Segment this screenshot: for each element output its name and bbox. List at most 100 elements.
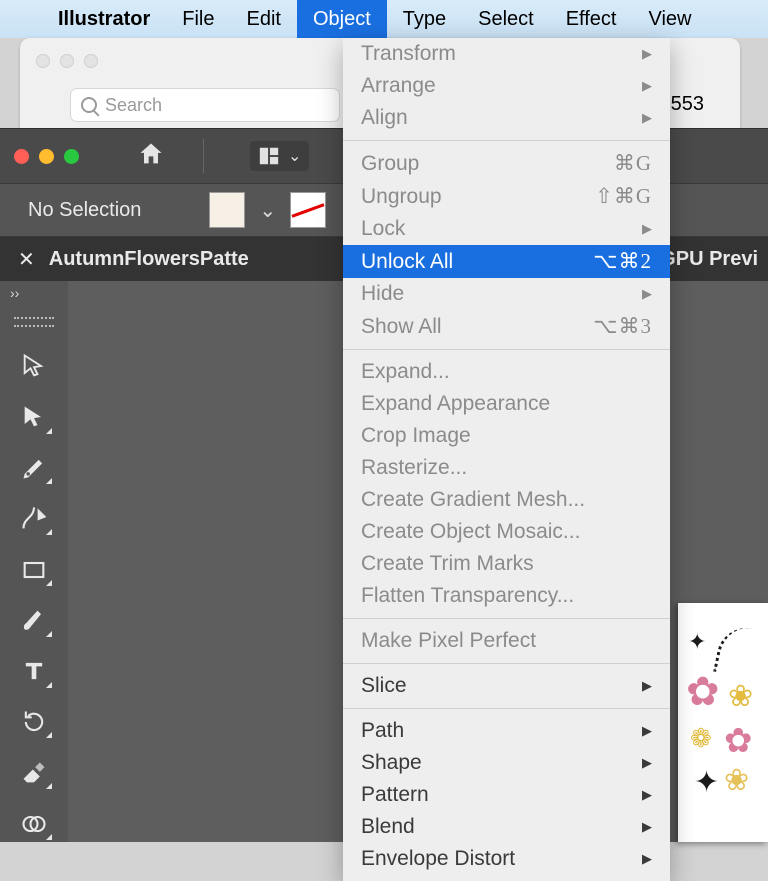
close-window-icon[interactable] <box>14 149 29 164</box>
tools-panel: ›› <box>0 281 68 842</box>
menu-item-label: Blend <box>361 815 415 839</box>
menu-item-crop-image: Crop Image <box>343 420 670 452</box>
fill-dropdown[interactable]: ⌄ <box>259 198 276 223</box>
menu-item-label: Ungroup <box>361 185 442 209</box>
menu-item-label: Envelope Distort <box>361 847 515 871</box>
pen-tool[interactable] <box>12 450 56 487</box>
menu-item-create-trim-marks: Create Trim Marks <box>343 548 670 580</box>
menu-item-label: Path <box>361 719 404 743</box>
menu-item-label: Create Trim Marks <box>361 552 534 576</box>
menu-item-label: Slice <box>361 674 407 698</box>
window-traffic-lights <box>14 149 79 164</box>
search-placeholder: Search <box>105 95 162 116</box>
menu-item-label: Expand... <box>361 360 450 384</box>
menu-item-label: Pattern <box>361 783 429 807</box>
menu-item-shortcut: ⇧⌘G <box>595 184 652 209</box>
divider <box>203 139 204 173</box>
traffic-dot[interactable] <box>60 54 74 68</box>
object-menu-dropdown: Transform Arrange Align Group ⌘G Ungroup ⇧⌘G Lo… <box>343 38 670 881</box>
zoom-window-icon[interactable] <box>64 149 79 164</box>
paintbrush-tool[interactable] <box>12 602 56 639</box>
menu-item-label: Lock <box>361 217 405 241</box>
collapse-panel-icon[interactable]: ›› <box>10 285 19 301</box>
type-tool[interactable] <box>12 653 56 690</box>
panel-grip-icon[interactable] <box>14 317 54 328</box>
menu-item-slice[interactable]: Slice <box>343 670 670 702</box>
rotate-tool[interactable] <box>12 704 56 741</box>
menu-item-make-pixel-perfect: Make Pixel Perfect <box>343 625 670 657</box>
menu-item-arrange: Arrange <box>343 70 670 102</box>
menu-item-label: Make Pixel Perfect <box>361 629 536 653</box>
menu-item-label: Hide <box>361 282 404 306</box>
menu-item-unlock-all[interactable]: Unlock All ⌥⌘2 <box>343 245 670 278</box>
window-traffic-lights <box>36 54 98 68</box>
menu-item-expand-appearance: Expand Appearance <box>343 388 670 420</box>
chevron-down-icon: ⌄ <box>288 146 301 166</box>
menu-item-ungroup: Ungroup ⇧⌘G <box>343 180 670 213</box>
search-icon <box>81 97 97 113</box>
menu-item-label: Arrange <box>361 74 436 98</box>
menubar-type[interactable]: Type <box>387 0 462 38</box>
search-input[interactable]: Search <box>70 88 340 122</box>
menu-item-show-all: Show All ⌥⌘3 <box>343 310 670 343</box>
menu-item-rasterize: Rasterize... <box>343 452 670 484</box>
menu-item-shortcut: ⌘G <box>614 151 652 176</box>
fill-swatch[interactable] <box>209 192 245 228</box>
artwork-pattern: ✦ ✿ ❀ ❁ ✿ ✦ ❀ <box>684 625 762 842</box>
menu-item-transform: Transform <box>343 38 670 70</box>
menu-item-lock: Lock <box>343 213 670 245</box>
menu-item-envelope-distort[interactable]: Envelope Distort <box>343 843 670 875</box>
menu-item-path[interactable]: Path <box>343 715 670 747</box>
menu-item-shortcut: ⌥⌘2 <box>593 249 652 274</box>
menu-item-label: Rasterize... <box>361 456 467 480</box>
menu-item-label: Flatten Transparency... <box>361 584 574 608</box>
menubar-effect[interactable]: Effect <box>550 0 633 38</box>
menu-item-label: Show All <box>361 315 442 339</box>
menubar-object[interactable]: Object <box>297 0 387 38</box>
preview-mode-label: GPU Previ <box>660 248 758 271</box>
menu-item-group: Group ⌘G <box>343 147 670 180</box>
menu-item-label: Expand Appearance <box>361 392 550 416</box>
menu-item-create-gradient-mesh: Create Gradient Mesh... <box>343 484 670 516</box>
menu-item-blend[interactable]: Blend <box>343 811 670 843</box>
minimize-window-icon[interactable] <box>39 149 54 164</box>
menu-item-label: Unlock All <box>361 250 453 274</box>
menu-item-label: Create Object Mosaic... <box>361 520 580 544</box>
menubar-select[interactable]: Select <box>462 0 550 38</box>
menu-item-label: Create Gradient Mesh... <box>361 488 585 512</box>
menu-item-label: Transform <box>361 42 456 66</box>
menu-item-label: Align <box>361 106 408 130</box>
menu-item-pattern[interactable]: Pattern <box>343 779 670 811</box>
menu-item-flatten-transparency: Flatten Transparency... <box>343 580 670 612</box>
background-window-text: 553 <box>671 93 704 116</box>
menu-item-label: Crop Image <box>361 424 471 448</box>
eraser-tool[interactable] <box>12 754 56 791</box>
home-button[interactable] <box>137 140 165 173</box>
selection-status: No Selection <box>28 199 141 222</box>
selection-tool[interactable] <box>12 348 56 385</box>
menu-item-shortcut: ⌥⌘3 <box>593 314 652 339</box>
close-tab-icon[interactable]: ✕ <box>18 247 35 272</box>
shape-builder-tool[interactable] <box>12 805 56 842</box>
direct-selection-tool[interactable] <box>12 399 56 436</box>
menu-item-label: Shape <box>361 751 422 775</box>
menu-item-hide: Hide <box>343 278 670 310</box>
artboard: ✦ ✿ ❀ ❁ ✿ ✦ ❀ <box>678 603 768 842</box>
curvature-tool[interactable] <box>12 500 56 537</box>
menu-item-shape[interactable]: Shape <box>343 747 670 779</box>
rectangle-tool[interactable] <box>12 551 56 588</box>
mac-menubar: Illustrator File Edit Object Type Select… <box>0 0 768 38</box>
menu-item-label: Group <box>361 152 419 176</box>
menubar-view[interactable]: View <box>633 0 708 38</box>
menu-item-align: Align <box>343 102 670 134</box>
menu-item-expand: Expand... <box>343 356 670 388</box>
traffic-dot[interactable] <box>36 54 50 68</box>
stroke-swatch[interactable] <box>290 192 326 228</box>
document-tab[interactable]: AutumnFlowersPatte <box>49 248 249 271</box>
traffic-dot[interactable] <box>84 54 98 68</box>
menubar-file[interactable]: File <box>166 0 230 38</box>
menubar-edit[interactable]: Edit <box>230 0 296 38</box>
none-icon <box>292 203 325 217</box>
workspace-switcher[interactable]: ⌄ <box>250 141 309 171</box>
menubar-app[interactable]: Illustrator <box>42 0 166 38</box>
